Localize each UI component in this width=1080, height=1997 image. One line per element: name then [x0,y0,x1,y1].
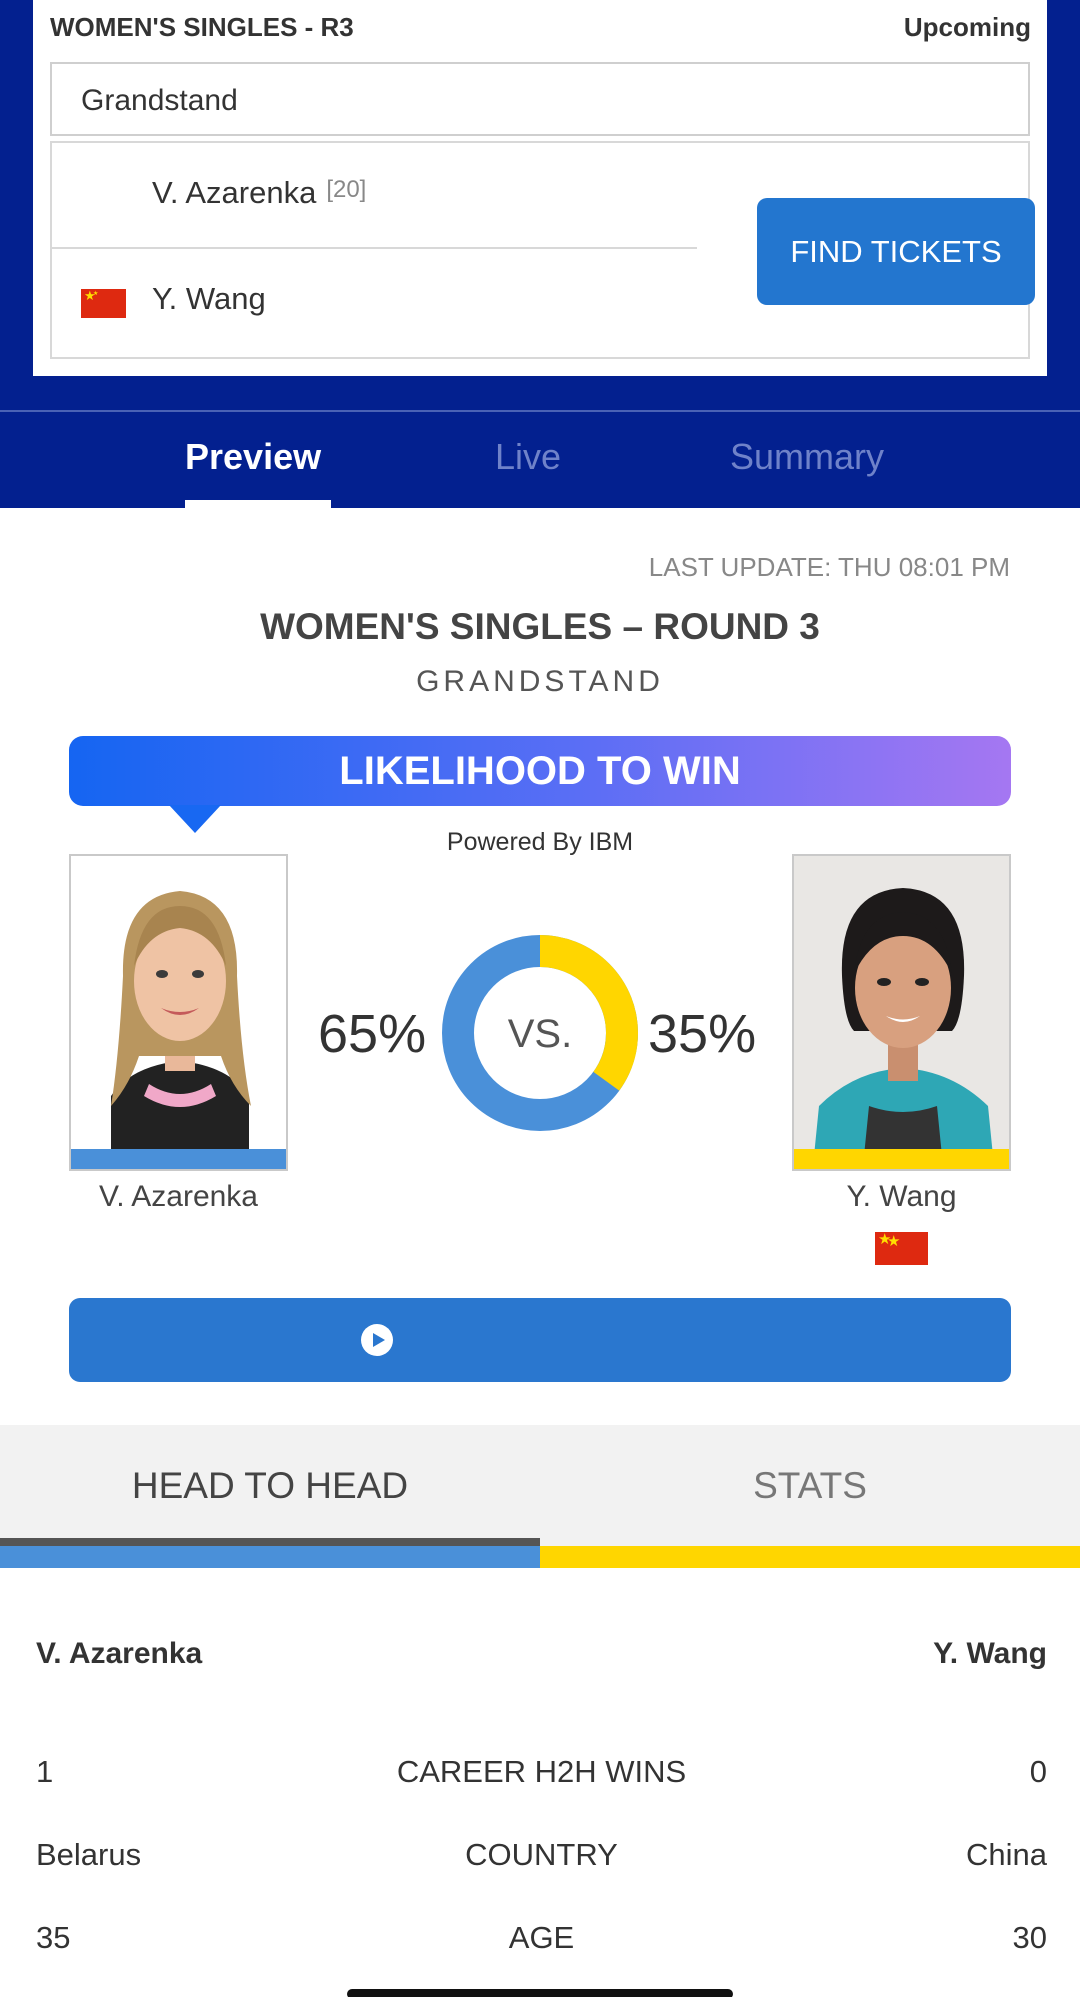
player-1-name: V. Azarenka [152,175,317,210]
h2h-player-2: Y. Wang [933,1637,1047,1670]
stat-row: Belarus COUNTRY China [36,1837,1047,1877]
player-2-color-stripe [540,1546,1080,1568]
player-name: V. Azarenka [20] [152,175,366,211]
likelihood-to-win-banner: LIKELIHOOD TO WIN [69,736,1011,806]
stat-right-value: China [966,1837,1047,1872]
player-2-color-bar [794,1149,1009,1169]
vs-label: VS. [508,1012,572,1056]
player-2-label: Y. Wang [846,1180,957,1213]
active-tab-indicator [185,500,331,508]
match-players: V. Azarenka [20] ★ ★ Y. Wang FIND TICKETS [50,141,1035,359]
player-seed: [20] [326,176,367,203]
player-2-name: Y. Wang [152,281,266,316]
home-indicator [347,1989,733,1997]
court-subtitle: GRANDSTAND [416,665,664,698]
tab-head-to-head[interactable]: HEAD TO HEAD [0,1465,540,1507]
player-1-label: V. Azarenka [98,1180,258,1213]
play-icon [361,1324,393,1356]
stat-row: 1 CAREER H2H WINS 0 [36,1754,1047,1794]
player-1-photo[interactable] [69,854,288,1171]
tab-live[interactable]: Live [495,436,561,478]
stat-label: CAREER H2H WINS [396,1754,687,1789]
stat-right-value: 30 [1012,1920,1047,1955]
match-status: Upcoming [903,12,1031,42]
round-title: WOMEN'S SINGLES – ROUND 3 [260,606,820,647]
match-tabs: Preview Live Summary [0,410,1080,508]
play-video-button[interactable] [69,1298,1011,1382]
stat-label: COUNTRY [465,1837,618,1872]
player-row-1: V. Azarenka [20] [52,143,697,249]
win-probability-donut: VS. [442,935,638,1131]
court-name: Grandstand [50,62,1030,136]
powered-by: Powered By IBM [446,828,634,856]
tab-stats[interactable]: STATS [540,1465,1080,1507]
tab-summary[interactable]: Summary [730,436,884,478]
stat-label: AGE [508,1920,575,1955]
player-2-photo[interactable] [792,854,1011,1171]
player-1-color-stripe [0,1546,540,1568]
player-1-win-percent: 65% [318,1004,427,1064]
player-row-2: ★ ★ Y. Wang [52,249,697,355]
find-tickets-button[interactable]: FIND TICKETS [757,198,1035,305]
player-1-color-bar [71,1149,286,1169]
player-2-win-percent: 35% [648,1004,757,1064]
player-1-portrait-image [71,856,286,1156]
h2h-player-1: V. Azarenka [36,1637,203,1670]
last-update: LAST UPDATE: THU 08:01 PM [648,552,1010,582]
china-flag-icon: ★ ★ [81,289,126,318]
stat-row: 35 AGE 30 [36,1920,1047,1960]
match-title: WOMEN'S SINGLES - R3 [50,12,354,42]
tab-preview[interactable]: Preview [185,436,321,478]
active-tab-indicator [0,1538,540,1546]
stat-right-value: 0 [1029,1754,1047,1789]
player-2-portrait-image [794,856,1009,1156]
china-flag-icon: ★ ★ [875,1232,928,1265]
match-card[interactable]: WOMEN'S SINGLES - R3 Upcoming Grandstand… [33,0,1047,376]
